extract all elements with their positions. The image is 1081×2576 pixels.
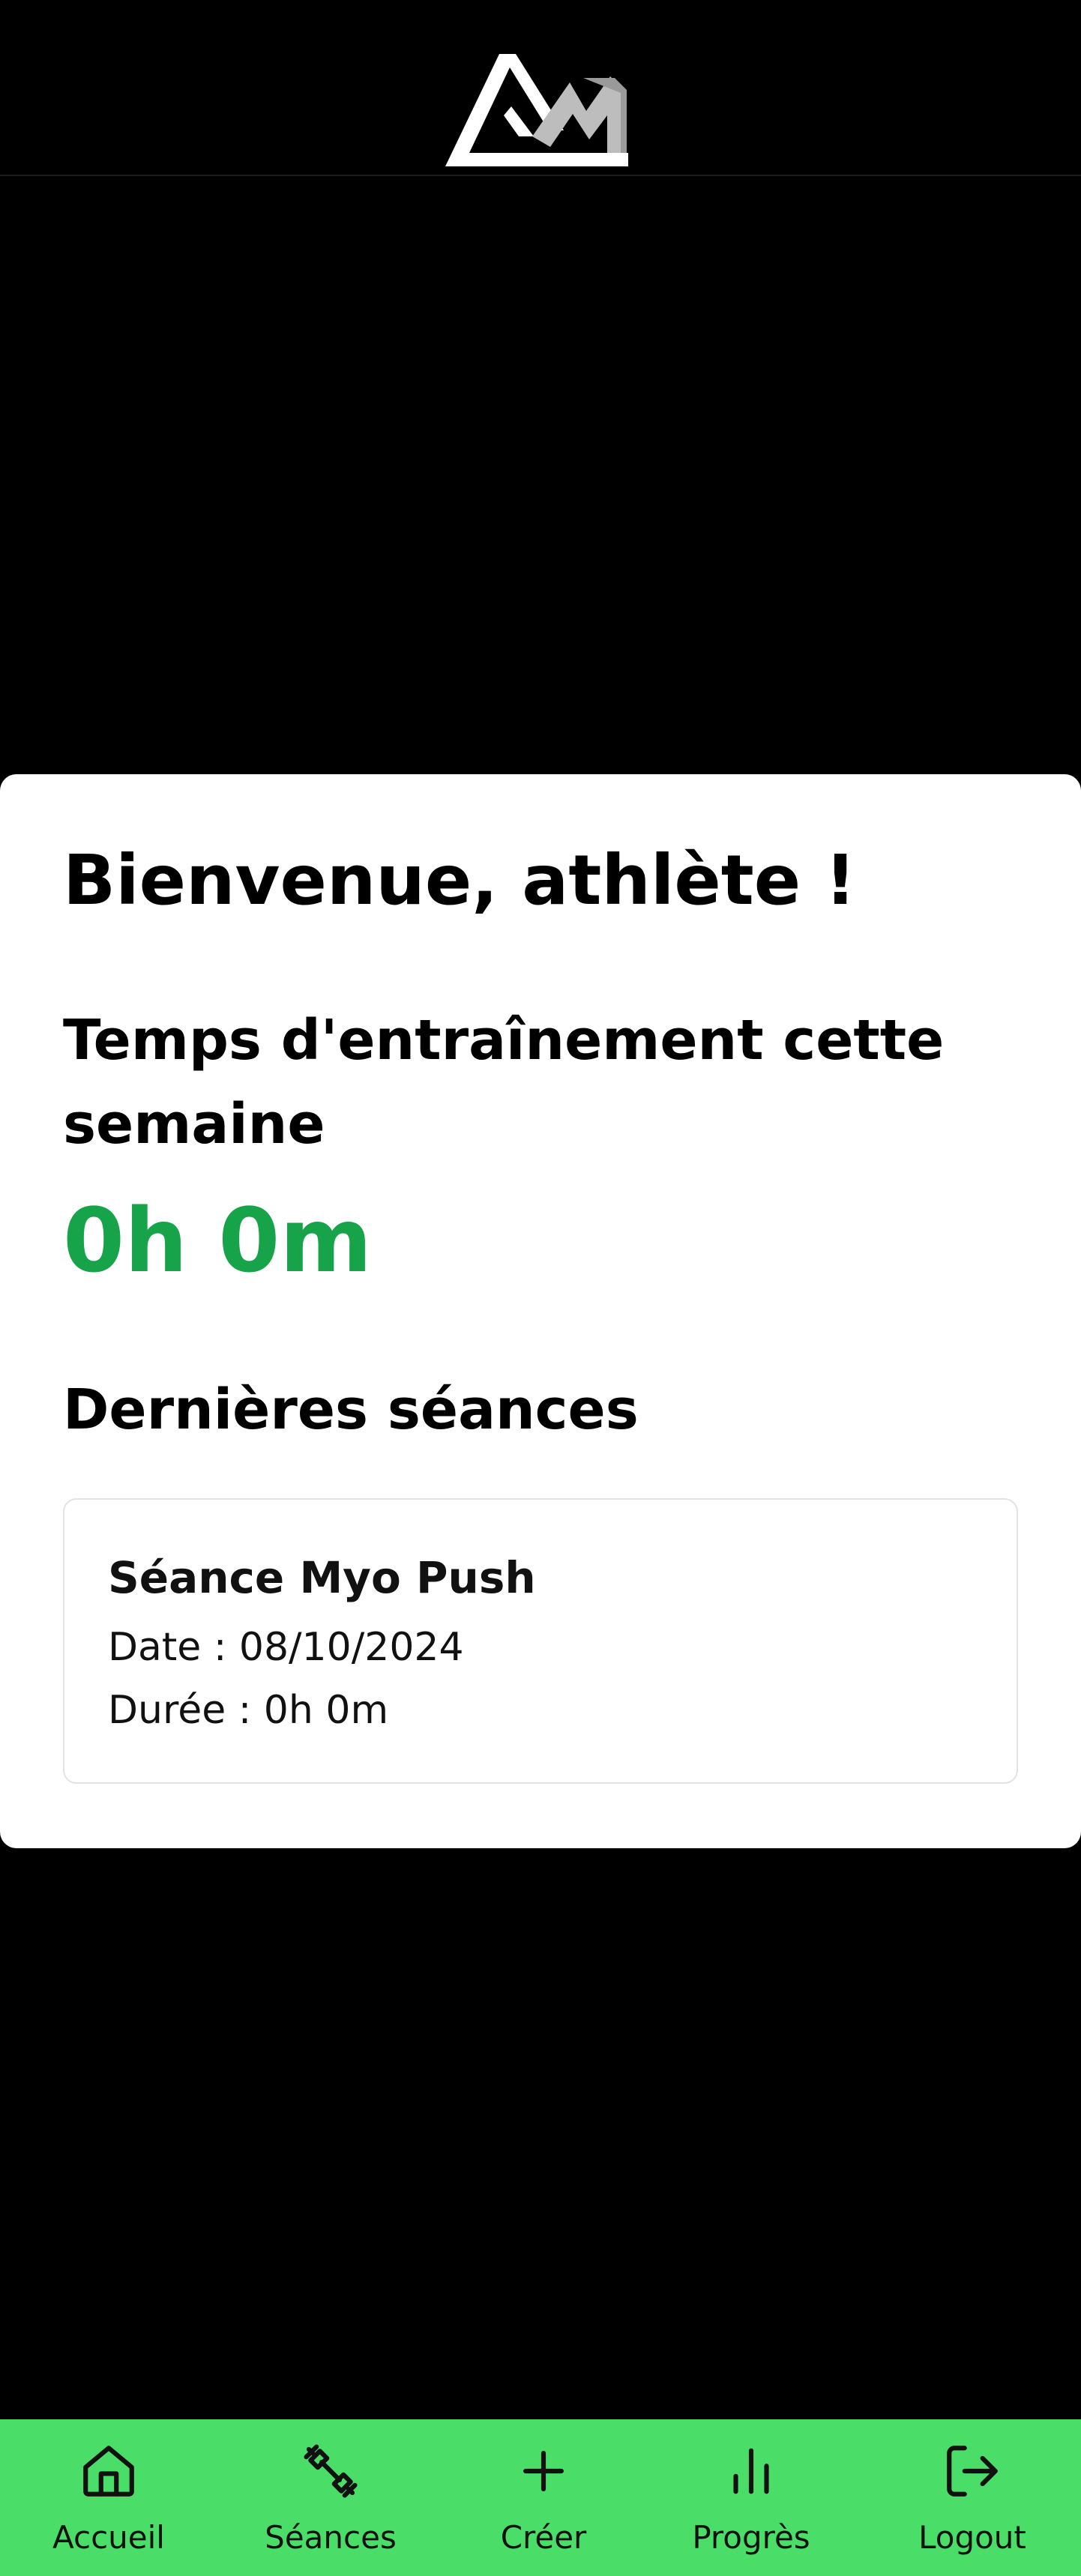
home-icon [83,2446,134,2497]
nav-item-logout[interactable]: Logout [897,2419,1047,2576]
nav-label-seances: Séances [265,2519,397,2556]
bar-chart-icon [733,2448,769,2494]
weekly-time-label: Temps d'entraînement cette semaine [63,1008,945,1157]
dumbbell-icon [304,2444,358,2498]
session-card[interactable]: Séance Myo Push Date : 08/10/2024 Durée … [63,1498,1018,1784]
weekly-time-value: 0h 0m [63,1189,373,1292]
nav-item-seances[interactable]: Séances [256,2419,406,2576]
nav-label-creer: Créer [500,2519,587,2556]
top-header [0,0,1081,176]
session-date: Date : 08/10/2024 [108,1625,464,1670]
app-root: Bienvenue, athlète ! Temps d'entraînemen… [0,0,1081,2576]
session-duration: Durée : 0h 0m [108,1688,389,1733]
welcome-heading: Bienvenue, athlète ! [63,840,857,920]
dm-mountain-logo[interactable] [444,48,639,177]
logout-icon [947,2446,998,2497]
session-name: Séance Myo Push [108,1552,536,1603]
nav-item-creer[interactable]: Créer [469,2419,618,2576]
nav-item-progres[interactable]: Progrès [676,2419,826,2576]
bottom-nav: Accueil Séances Créer Progrès Logout [0,2419,1081,2576]
nav-label-accueil: Accueil [52,2519,165,2556]
nav-label-logout: Logout [918,2519,1026,2556]
nav-item-accueil[interactable]: Accueil [34,2419,184,2576]
nav-label-progres: Progrès [692,2519,810,2556]
plus-icon [523,2451,564,2491]
recent-sessions-title: Dernières séances [63,1378,639,1442]
